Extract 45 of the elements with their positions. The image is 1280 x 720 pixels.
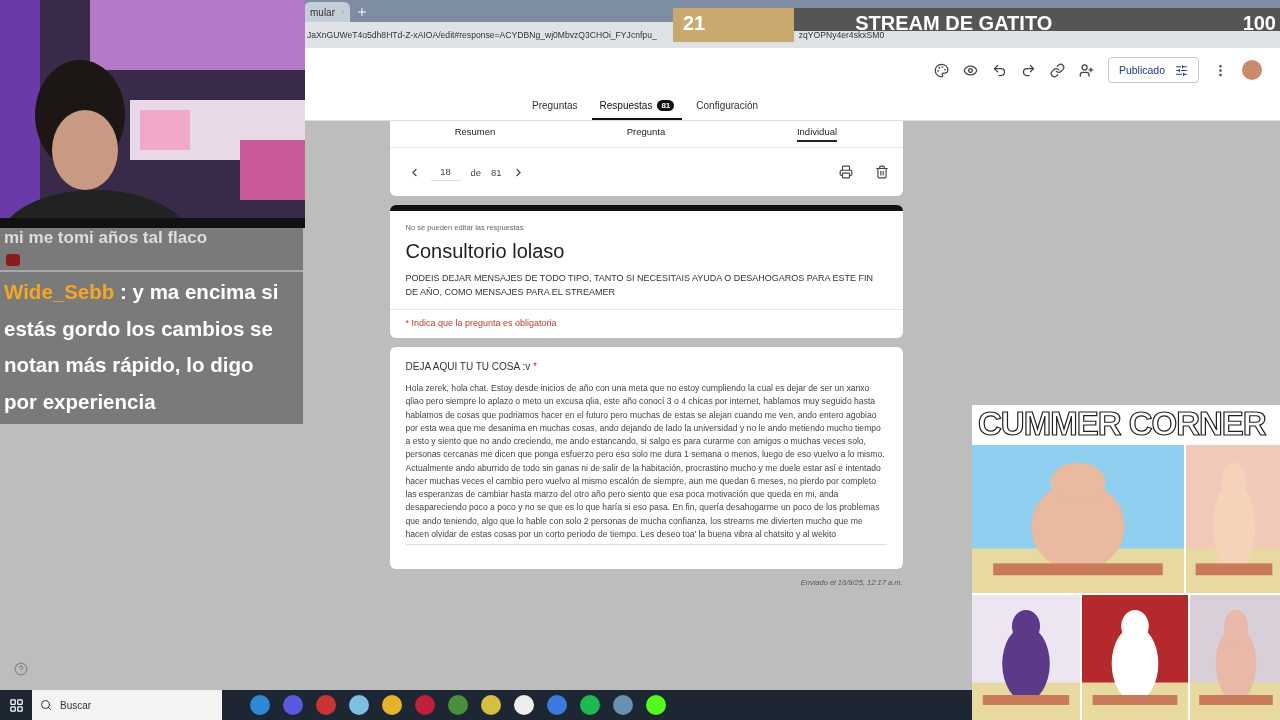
eye-icon[interactable] [962, 62, 978, 78]
corner-title: CUMMER CORNER [977, 405, 1268, 444]
publish-button[interactable]: Publicado [1107, 57, 1199, 83]
new-tab-icon[interactable] [356, 6, 368, 18]
redo-icon[interactable] [1020, 62, 1036, 78]
goal-target: 100 [1242, 12, 1276, 35]
url-text[interactable]: zqYOPNy4er4skxSM0 [798, 30, 885, 40]
answer-text: Hola zerek, hola chat. Estoy desde inicios de año con una meta que no estoy cumpliendo la cual es dejar de ser un xanxo qliao pero siempre lo aplazo o meto un excusa qlia, este año conocí 3 o 4 chicas por internet, hablamos muy seguido hasta hablamos de cosas que podriamos hacer en el futuro pero muchas de estas se alejan cuando me ven, ando entero agobiao por esta wea que me desanima en muchas cosas, ando dejando de lado la universidad y no le ando metiendo mucho tiempo a esto y siento que no ando creciendo, me ando estancando, si salgo es para curarme con amigos o muchas veces solo, personas cercanas me dicen que ponga esfuerzo pero eso solo me dura 1 semana o menos, luego de eso vuelvo a lo mismo. Actualmente ando aburrido de todo sin ganas ni de salir de la habitación, procrastino mucho y me duele estar así e intentado hacer muchas veces el cambio pero vuelvo al mismo escalón de siempre, aun me quedan 6 meses, no pierdo por completo las esperanzas de cambiar hasta marzo del otro año pero siento que esa poca motivación que queda en mi, anda desapareciendo poco a poco y no se que es lo que haría si eso pasa. En fin, quería desahogarme un poco de los problemas que ando teniendo, algo que lo hable con solo 2 personas de mucha confianza, los streams me divierten mucho que me hacen olvidar de estas cosas por un corto periodo de tiempo. Les deseo toa' la buena vibra al chatsito y al wekito [405, 382, 887, 545]
tab[interactable]: Resumen [454, 121, 496, 142]
app-icon[interactable] [349, 695, 369, 715]
app-icon[interactable] [382, 695, 402, 715]
app-icon[interactable] [514, 695, 534, 715]
count-badge: 81 [657, 99, 675, 111]
sliders-icon [1175, 63, 1188, 77]
add-person-icon[interactable] [1078, 62, 1094, 78]
undo-icon[interactable] [991, 62, 1007, 78]
trash-icon[interactable] [874, 165, 889, 179]
required-note: * Indica que la pregunta es obligatoria [389, 309, 903, 338]
tab[interactable]: Preguntas [524, 92, 586, 120]
total-label: 81 [491, 166, 502, 178]
url-text[interactable]: JaXnGUWeT4o5dh8HTd-Z-xAIOA/edit#response=ACYDBNg_wj0MbvzQ3CHOi_FYJcnfpu_ [307, 30, 657, 40]
form-description: PODEIS DEJAR MENSAJES DE TODO TIPO, TANTO SI NECESITAIS AYUDA O DESAHOGAROS PARA ESTE FIN DE AÑO, COMO MENSAJES PARA EL STREAMER [405, 272, 875, 299]
page-field[interactable]: 18 [430, 163, 461, 181]
app-icon[interactable] [646, 695, 666, 715]
chat-message: mi me tomi años tal flaco [3, 228, 209, 248]
goal-count: 21 [683, 12, 706, 35]
print-icon[interactable] [838, 165, 853, 179]
search-field[interactable]: Buscar [32, 690, 222, 720]
link-icon[interactable] [1049, 62, 1065, 78]
tab[interactable]: Individual [796, 121, 838, 142]
of-label: de [470, 166, 482, 178]
tab[interactable]: Configuración [688, 92, 766, 120]
avatar[interactable] [1242, 60, 1262, 80]
question-label: DEJA AQUI TU TU COSA :v [405, 361, 531, 372]
badge-icon [6, 254, 20, 266]
app-icon[interactable] [580, 695, 600, 715]
windows-icon[interactable] [8, 697, 24, 713]
tab[interactable]: Pregunta [626, 121, 666, 142]
required-mark: * [532, 361, 537, 372]
search-icon [40, 699, 52, 711]
form-title: Consultorio lolaso [405, 240, 566, 263]
app-icon[interactable] [481, 695, 501, 715]
palette-icon[interactable] [933, 62, 949, 78]
chat-message: Wide_Sebb : y ma encima si estás gordo los cambios se notan más rápido, lo digo por experiencia [0, 270, 303, 422]
browser-tab[interactable]: mular [304, 2, 350, 22]
